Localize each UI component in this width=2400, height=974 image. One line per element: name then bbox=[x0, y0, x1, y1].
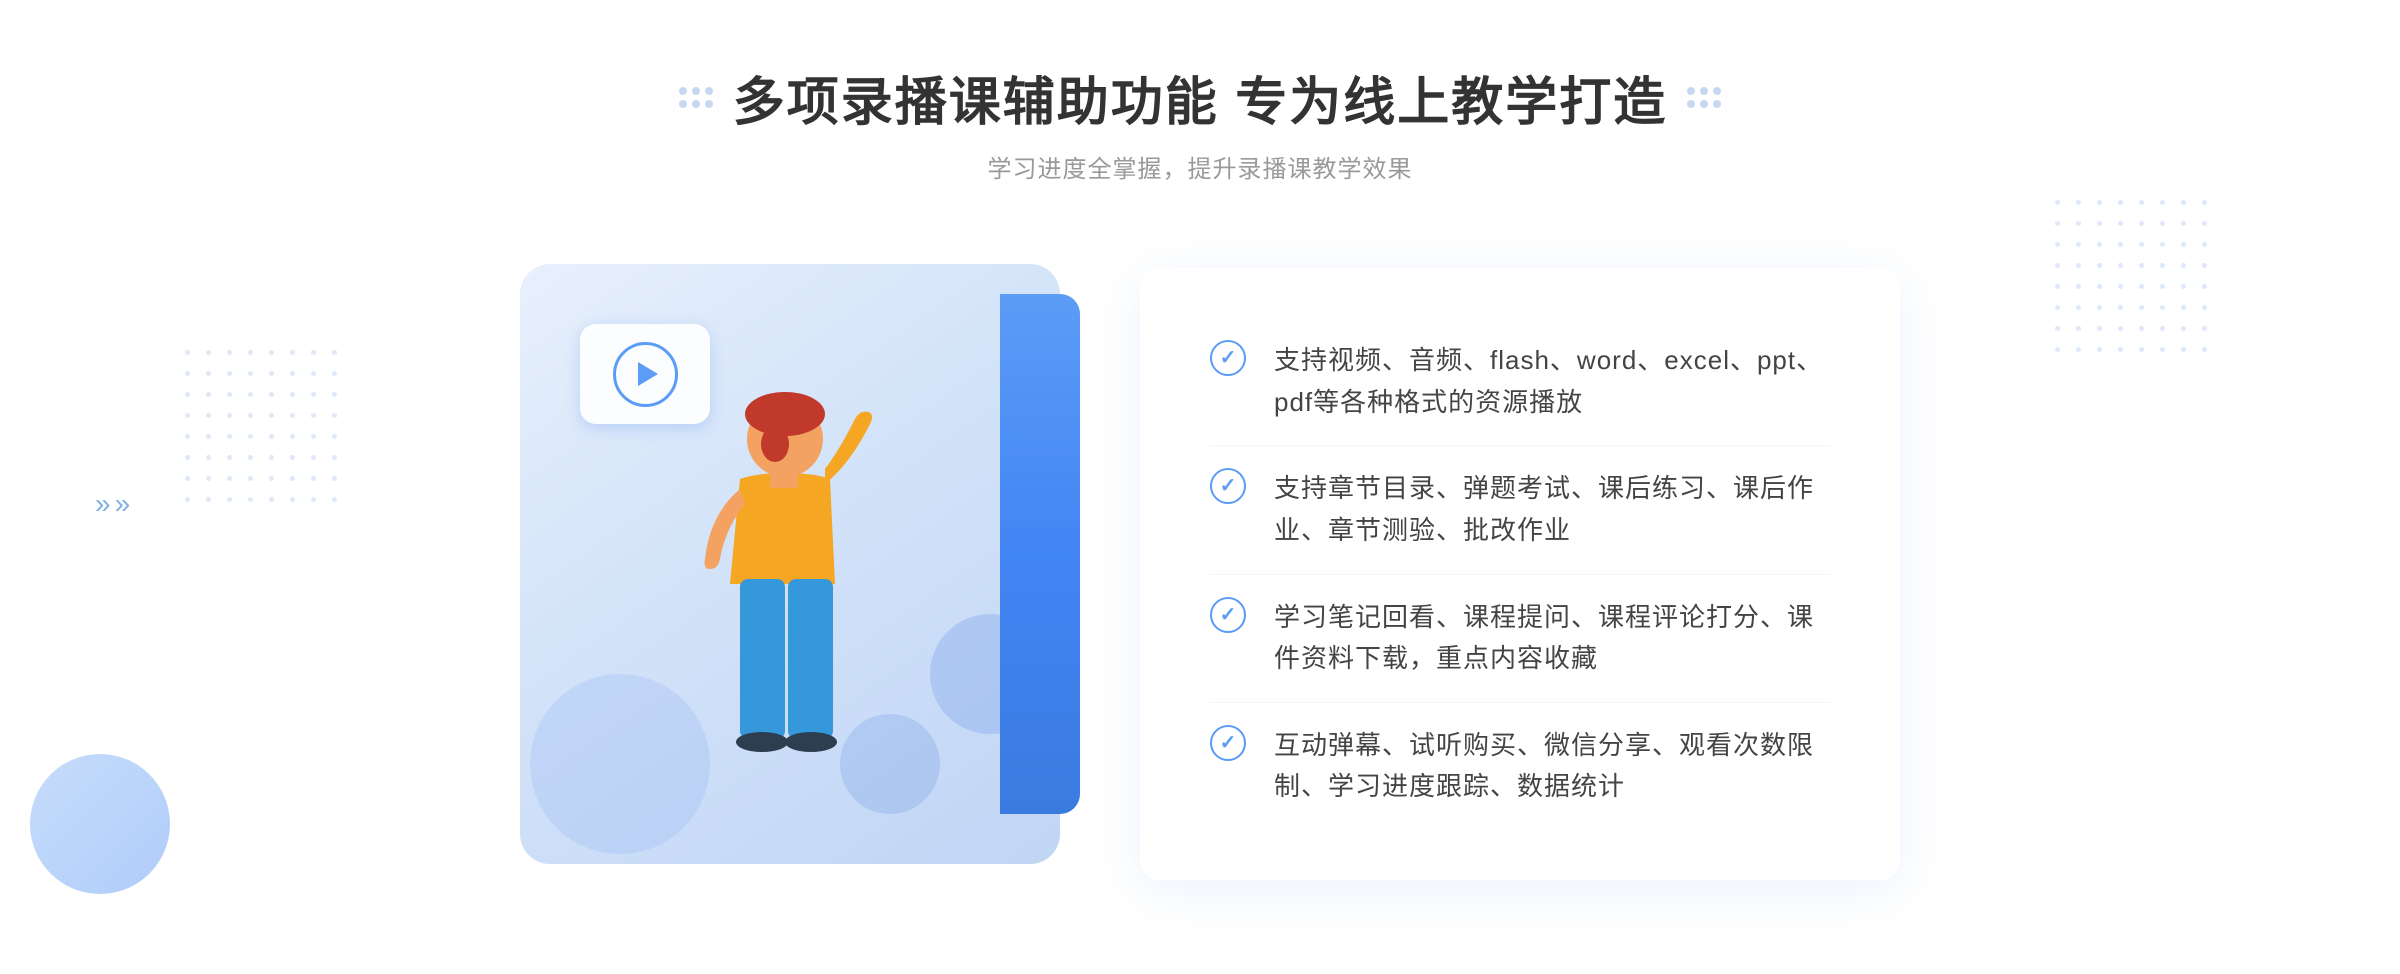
illustration-blue-panel bbox=[1000, 294, 1080, 814]
play-triangle-icon bbox=[638, 362, 658, 386]
bottom-left-circle bbox=[30, 754, 170, 894]
feature-text-4: 互动弹幕、试听购买、微信分享、观看次数限制、学习进度跟踪、数据统计 bbox=[1274, 725, 1830, 808]
feature-text-3: 学习笔记回看、课程提问、课程评论打分、课件资料下载，重点内容收藏 bbox=[1274, 597, 1830, 680]
feature-text-2: 支持章节目录、弹题考试、课后练习、课后作业、章节测验、批改作业 bbox=[1274, 468, 1830, 551]
header-dots-right bbox=[1687, 87, 1721, 108]
subtitle: 学习进度全掌握，提升录播课教学效果 bbox=[679, 149, 1721, 184]
person-svg bbox=[630, 384, 890, 894]
check-mark-icon: ✓ bbox=[1220, 476, 1237, 496]
check-mark-icon: ✓ bbox=[1220, 733, 1237, 753]
header-section: 多项录播课辅助功能 专为线上教学打造 学习进度全掌握，提升录播课教学效果 bbox=[679, 60, 1721, 184]
dot-pattern-right bbox=[2055, 200, 2215, 360]
features-list: ✓ 支持视频、音频、flash、word、excel、ppt、pdf等各种格式的资… bbox=[1210, 318, 1830, 830]
feature-item-1: ✓ 支持视频、音频、flash、word、excel、ppt、pdf等各种格式的资… bbox=[1210, 318, 1830, 446]
features-card: ✓ 支持视频、音频、flash、word、excel、ppt、pdf等各种格式的资… bbox=[1140, 268, 1900, 880]
check-mark-icon: ✓ bbox=[1220, 605, 1237, 625]
left-arrows-decoration: » » bbox=[95, 490, 130, 518]
check-circle-icon: ✓ bbox=[1210, 725, 1246, 761]
feature-item-3: ✓ 学习笔记回看、课程提问、课程评论打分、课件资料下载，重点内容收藏 bbox=[1210, 575, 1830, 703]
person-figure bbox=[630, 384, 890, 894]
check-circle-icon: ✓ bbox=[1210, 340, 1246, 376]
chevron-left-icon: » bbox=[95, 490, 111, 518]
check-circle-icon: ✓ bbox=[1210, 468, 1246, 504]
feature-item-4: ✓ 互动弹幕、试听购买、微信分享、观看次数限制、学习进度跟踪、数据统计 bbox=[1210, 703, 1830, 830]
content-area: ✓ 支持视频、音频、flash、word、excel、ppt、pdf等各种格式的资… bbox=[500, 234, 1900, 914]
page-container: » » 多项录播课辅助功能 专为线上教学打造 学习进度全掌握，提升录播课教学效果 bbox=[0, 0, 2400, 974]
header-dots-left bbox=[679, 87, 713, 108]
chevron-left-icon: » bbox=[115, 490, 131, 518]
illustration-wrapper bbox=[500, 234, 1080, 914]
header-decorators: 多项录播课辅助功能 专为线上教学打造 bbox=[679, 60, 1721, 135]
feature-item-2: ✓ 支持章节目录、弹题考试、课后练习、课后作业、章节测验、批改作业 bbox=[1210, 446, 1830, 574]
main-title: 多项录播课辅助功能 专为线上教学打造 bbox=[733, 60, 1667, 135]
feature-text-1: 支持视频、音频、flash、word、excel、ppt、pdf等各种格式的资源… bbox=[1274, 340, 1830, 423]
check-circle-icon: ✓ bbox=[1210, 597, 1246, 633]
check-mark-icon: ✓ bbox=[1220, 348, 1237, 368]
dot-pattern-left bbox=[185, 350, 345, 510]
